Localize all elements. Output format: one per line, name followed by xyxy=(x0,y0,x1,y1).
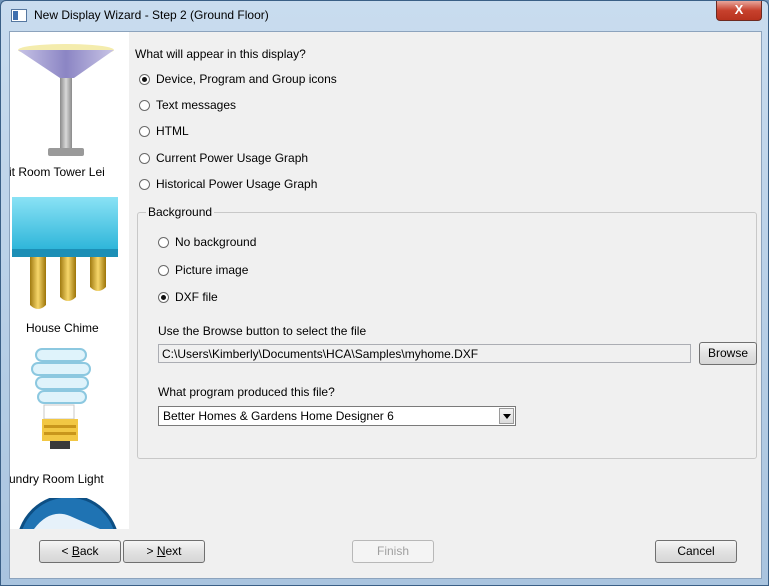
radio-html[interactable]: HTML xyxy=(139,124,189,138)
chevron-down-icon[interactable] xyxy=(499,408,514,424)
close-button[interactable]: X xyxy=(716,1,762,21)
finish-button[interactable]: Finish xyxy=(352,540,434,563)
file-path-field[interactable]: C:\Users\Kimberly\Documents\HCA\Samples\… xyxy=(158,344,691,363)
wizard-window: New Display Wizard - Step 2 (Ground Floo… xyxy=(0,0,769,586)
program-select[interactable]: Better Homes & Gardens Home Designer 6 xyxy=(158,406,516,426)
browse-hint: Use the Browse button to select the file xyxy=(158,324,367,338)
title-bar[interactable]: New Display Wizard - Step 2 (Ground Floo… xyxy=(1,1,768,30)
next-prefix: > xyxy=(146,544,157,558)
back-button[interactable]: < Back xyxy=(39,540,121,563)
window-title: New Display Wizard - Step 2 (Ground Floo… xyxy=(34,8,269,22)
radio-label: DXF file xyxy=(175,290,218,304)
partial-globe-icon xyxy=(19,498,117,529)
radio-label: Text messages xyxy=(156,98,237,112)
radio-label: Picture image xyxy=(175,263,249,277)
floor-lamp-icon xyxy=(18,44,114,156)
next-accelerator: N xyxy=(156,544,166,558)
display-question: What will appear in this display? xyxy=(135,47,306,61)
radio-device-icons[interactable]: Device, Program and Group icons xyxy=(139,72,337,86)
radio-historical-power-graph[interactable]: Historical Power Usage Graph xyxy=(139,177,317,191)
radio-button-selected[interactable] xyxy=(158,291,169,303)
radio-button[interactable] xyxy=(139,178,150,190)
cancel-button[interactable]: Cancel xyxy=(655,540,737,563)
radio-current-power-graph[interactable]: Current Power Usage Graph xyxy=(139,151,308,165)
next-rest: ext xyxy=(165,544,182,558)
radio-button[interactable] xyxy=(139,99,150,111)
wizard-body: it Room Tower Lei House Chime undry Room… xyxy=(9,31,762,579)
gallery-item-label: House Chime xyxy=(26,321,99,335)
back-accelerator: B xyxy=(71,544,80,558)
radio-label: Device, Program and Group icons xyxy=(156,72,337,86)
radio-dxf-file[interactable]: DXF file xyxy=(158,290,218,304)
cfl-bulb-icon xyxy=(31,348,91,449)
chime-icon xyxy=(12,197,118,309)
browse-button[interactable]: Browse xyxy=(699,342,757,365)
radio-button[interactable] xyxy=(139,125,150,137)
gallery-item-label: undry Room Light xyxy=(10,472,104,486)
radio-button[interactable] xyxy=(158,264,169,276)
radio-text-messages[interactable]: Text messages xyxy=(139,98,236,112)
program-selected-value: Better Homes & Gardens Home Designer 6 xyxy=(163,409,394,423)
radio-label: Current Power Usage Graph xyxy=(156,151,309,165)
back-rest: ack xyxy=(79,544,99,558)
back-prefix: < xyxy=(61,544,72,558)
radio-picture-image[interactable]: Picture image xyxy=(158,263,248,277)
gallery-item-label: it Room Tower Lei xyxy=(10,165,105,179)
radio-no-background[interactable]: No background xyxy=(158,235,256,249)
wizard-button-bar: < Back > Next Finish Cancel xyxy=(10,529,761,578)
wizard-content: What will appear in this display? Device… xyxy=(135,32,761,529)
radio-label: Historical Power Usage Graph xyxy=(156,177,318,191)
next-button[interactable]: > Next xyxy=(123,540,205,563)
window-app-icon xyxy=(11,9,27,22)
radio-button-selected[interactable] xyxy=(139,73,150,85)
radio-label: No background xyxy=(175,235,257,249)
radio-label: HTML xyxy=(156,124,189,138)
background-group-title: Background xyxy=(146,205,215,219)
background-groupbox: Background No background Picture image D… xyxy=(137,205,757,459)
radio-button[interactable] xyxy=(139,152,150,164)
radio-button[interactable] xyxy=(158,236,169,248)
icon-gallery[interactable]: it Room Tower Lei House Chime undry Room… xyxy=(10,32,129,529)
program-question: What program produced this file? xyxy=(158,385,335,399)
